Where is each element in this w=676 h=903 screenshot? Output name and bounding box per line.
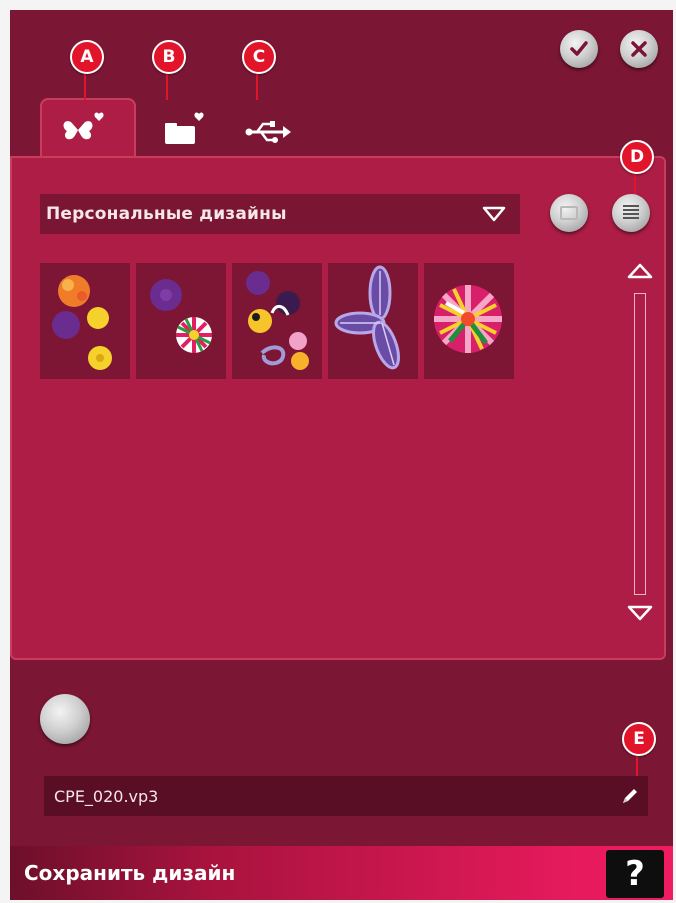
location-dropdown[interactable]: Персональные дизайны xyxy=(40,194,520,234)
flower-purple-pompom xyxy=(150,279,212,353)
callout-c-line xyxy=(256,70,258,100)
tab-personal-files[interactable] xyxy=(140,102,226,158)
callout-a-line xyxy=(84,70,86,100)
callout-b: B xyxy=(152,40,186,74)
callout-c: C xyxy=(242,40,276,74)
thumbnail-view-button[interactable] xyxy=(550,194,588,232)
filename-value: CPE_020.vp3 xyxy=(54,786,159,806)
triangle-up-icon xyxy=(627,263,653,279)
design-thumbnail-2[interactable] xyxy=(136,263,226,379)
tab-usb[interactable] xyxy=(224,102,310,158)
checkmark-icon xyxy=(570,41,588,56)
design-thumbnail-4[interactable] xyxy=(328,263,418,379)
callout-a: A xyxy=(70,40,104,74)
tab-personal-designs[interactable] xyxy=(44,102,130,158)
design-thumbnail-5[interactable] xyxy=(424,263,514,379)
callout-e: E xyxy=(622,722,656,756)
dropdown-selected: Персональные дизайны xyxy=(46,204,287,224)
cancel-button[interactable] xyxy=(620,30,658,68)
folder-heart-icon xyxy=(165,112,204,144)
flowers-mixed-ribbon xyxy=(246,271,309,370)
pencil-icon[interactable] xyxy=(620,786,640,806)
ok-button[interactable] xyxy=(560,30,598,68)
footer-title: Сохранить дизайн xyxy=(24,861,236,885)
close-icon xyxy=(631,41,647,57)
usb-icon xyxy=(245,121,291,143)
help-button[interactable]: ? xyxy=(606,850,664,898)
design-thumbnail-3[interactable] xyxy=(232,263,322,379)
callout-d: D xyxy=(620,140,654,174)
purple-petals xyxy=(334,265,400,370)
save-options-panel xyxy=(10,668,673,846)
pompom-multicolor xyxy=(434,285,502,353)
list-view-icon xyxy=(623,205,639,219)
flowers-orange-purple-yellow xyxy=(52,275,112,370)
callout-b-line xyxy=(166,70,168,100)
save-design-window: A B C Персональные дизайны D E CPE_020.v… xyxy=(10,10,673,900)
scrollbar-track[interactable] xyxy=(634,293,646,595)
callout-d-line xyxy=(634,172,636,194)
design-thumbnail-1[interactable] xyxy=(40,263,130,379)
triangle-down-icon xyxy=(482,206,506,222)
butterfly-heart-icon xyxy=(63,112,104,140)
triangle-down-icon xyxy=(627,605,653,621)
save-location-button[interactable] xyxy=(40,694,90,744)
filename-field[interactable]: CPE_020.vp3 xyxy=(44,776,648,816)
list-view-button[interactable] xyxy=(612,194,650,232)
help-label: ? xyxy=(625,854,645,894)
scroll-down-button[interactable] xyxy=(627,604,653,622)
footer-bar: Сохранить дизайн xyxy=(10,846,673,900)
scroll-up-button[interactable] xyxy=(627,262,653,280)
blank-round-icon xyxy=(560,206,578,220)
